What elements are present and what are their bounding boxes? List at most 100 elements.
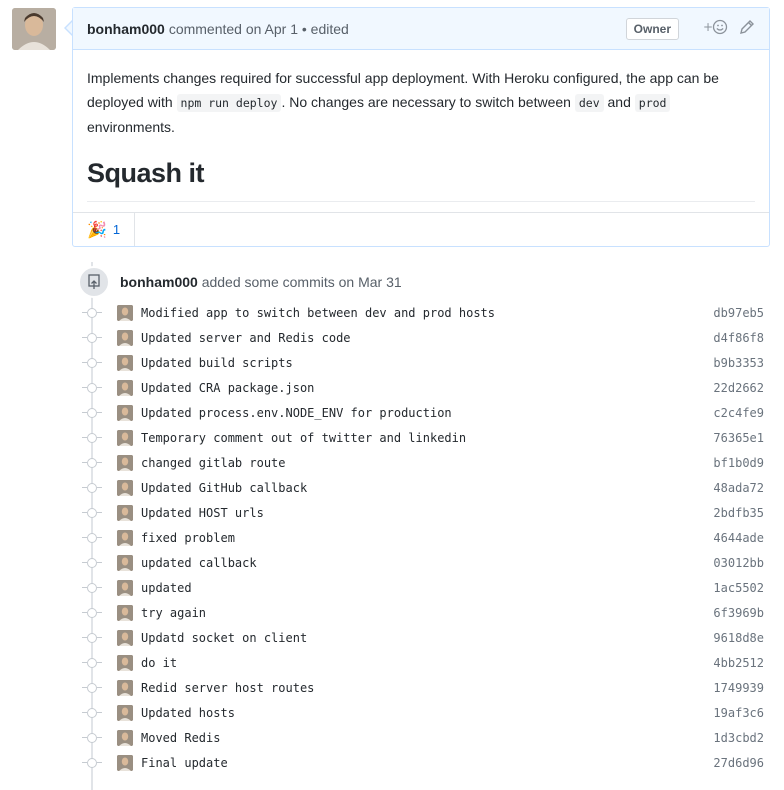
- commit-message[interactable]: try again: [141, 606, 713, 620]
- commit-sha[interactable]: bf1b0d9: [713, 456, 764, 470]
- commit-sha[interactable]: 4bb2512: [713, 656, 764, 670]
- reaction-count: 1: [112, 222, 121, 237]
- commit-author-avatar[interactable]: [117, 479, 133, 496]
- git-commit-icon: [82, 482, 102, 493]
- commit-author-avatar[interactable]: [117, 704, 133, 721]
- commit-author-avatar[interactable]: [117, 429, 133, 446]
- commit-message[interactable]: Modified app to switch between dev and p…: [141, 306, 713, 320]
- commit-message[interactable]: Updated GitHub callback: [141, 481, 713, 495]
- repo-push-icon: [78, 266, 110, 298]
- commit-author-avatar[interactable]: [117, 329, 133, 346]
- git-commit-icon: [82, 582, 102, 593]
- avatar[interactable]: [12, 8, 56, 50]
- commit-author-avatar[interactable]: [117, 379, 133, 396]
- commit-sha[interactable]: 6f3969b: [713, 606, 764, 620]
- git-commit-icon: [82, 457, 102, 468]
- commit-author-avatar[interactable]: [117, 604, 133, 621]
- commits-event-desc: added some commits on Mar 31: [201, 274, 402, 290]
- commit-author-avatar[interactable]: [117, 754, 133, 771]
- commit-sha[interactable]: 1d3cbd2: [713, 731, 764, 745]
- commit-message[interactable]: updated: [141, 581, 713, 595]
- commit-row: do it 4bb2512: [82, 650, 772, 675]
- git-commit-icon: [82, 507, 102, 518]
- commit-sha[interactable]: b9b3353: [713, 356, 764, 370]
- owner-badge: Owner: [625, 17, 679, 40]
- commit-author-avatar[interactable]: [117, 304, 133, 321]
- commit-row: Modified app to switch between dev and p…: [82, 300, 772, 325]
- git-commit-icon: [82, 682, 102, 693]
- commit-row: Updated server and Redis code d4f86f8: [82, 325, 772, 350]
- commit-sha[interactable]: 2bdfb35: [713, 506, 764, 520]
- commit-message[interactable]: Updated CRA package.json: [141, 381, 713, 395]
- commit-sha[interactable]: d4f86f8: [713, 331, 764, 345]
- commit-message[interactable]: Updated build scripts: [141, 356, 713, 370]
- commits-event-author[interactable]: bonham000: [120, 274, 198, 290]
- commits-event-header: bonham000 added some commits on Mar 31: [78, 266, 402, 298]
- commit-message[interactable]: do it: [141, 656, 713, 670]
- commit-author-avatar[interactable]: [117, 579, 133, 596]
- commit-author-avatar[interactable]: [117, 629, 133, 646]
- commits-event-text: bonham000 added some commits on Mar 31: [120, 274, 402, 290]
- commit-sha[interactable]: db97eb5: [713, 306, 764, 320]
- commit-sha[interactable]: 48ada72: [713, 481, 764, 495]
- commit-author-avatar[interactable]: [117, 554, 133, 571]
- commit-message[interactable]: Temporary comment out of twitter and lin…: [141, 431, 713, 445]
- commit-message[interactable]: Redid server host routes: [141, 681, 713, 695]
- git-commit-icon: [82, 557, 102, 568]
- commit-sha[interactable]: c2c4fe9: [713, 406, 764, 420]
- commit-author-avatar[interactable]: [117, 729, 133, 746]
- commit-sha[interactable]: 27d6d96: [713, 756, 764, 770]
- git-commit-icon: [82, 332, 102, 343]
- commit-row: Redid server host routes 1749939: [82, 675, 772, 700]
- commit-author-avatar[interactable]: [117, 404, 133, 421]
- commit-row: Updated GitHub callback 48ada72: [82, 475, 772, 500]
- git-commit-icon: [82, 407, 102, 418]
- commit-message[interactable]: Updated hosts: [141, 706, 713, 720]
- commit-author-avatar[interactable]: [117, 354, 133, 371]
- commit-row: updated 1ac5502: [82, 575, 772, 600]
- commit-message[interactable]: Updated process.env.NODE_ENV for product…: [141, 406, 713, 420]
- git-commit-icon: [82, 657, 102, 668]
- paragraph-text: and: [603, 94, 635, 110]
- git-commit-icon: [82, 632, 102, 643]
- commit-sha[interactable]: 1749939: [713, 681, 764, 695]
- commit-sha[interactable]: 22d2662: [713, 381, 764, 395]
- commit-sha[interactable]: 1ac5502: [713, 581, 764, 595]
- commit-row: changed gitlab route bf1b0d9: [82, 450, 772, 475]
- comment-box: bonham000 commented on Apr 1 • edited Ow…: [72, 7, 770, 247]
- git-commit-icon: [82, 382, 102, 393]
- commit-row: try again 6f3969b: [82, 600, 772, 625]
- commit-author-avatar[interactable]: [117, 504, 133, 521]
- commit-message[interactable]: Updated server and Redis code: [141, 331, 713, 345]
- commit-author-avatar[interactable]: [117, 529, 133, 546]
- commit-sha[interactable]: 4644ade: [713, 531, 764, 545]
- commit-message[interactable]: updated callback: [141, 556, 713, 570]
- git-commit-icon: [82, 732, 102, 743]
- reactions-bar: 🎉 1: [73, 212, 769, 246]
- commit-message[interactable]: Updatd socket on client: [141, 631, 713, 645]
- tada-icon: 🎉: [87, 221, 107, 239]
- commit-message[interactable]: fixed problem: [141, 531, 713, 545]
- paragraph-text: . No changes are necessary to switch bet…: [281, 94, 575, 110]
- pencil-icon[interactable]: [739, 19, 755, 39]
- commit-sha[interactable]: 19af3c6: [713, 706, 764, 720]
- comment-author[interactable]: bonham000: [87, 21, 165, 37]
- smiley-add-icon[interactable]: +: [703, 19, 729, 39]
- commit-message[interactable]: Updated HOST urls: [141, 506, 713, 520]
- commit-author-avatar[interactable]: [117, 679, 133, 696]
- commit-message[interactable]: Final update: [141, 756, 713, 770]
- commit-message[interactable]: changed gitlab route: [141, 456, 713, 470]
- commit-sha[interactable]: 76365e1: [713, 431, 764, 445]
- commit-sha[interactable]: 03012bb: [713, 556, 764, 570]
- reaction-tada-button[interactable]: 🎉 1: [73, 213, 135, 246]
- commit-sha[interactable]: 9618d8e: [713, 631, 764, 645]
- commit-author-avatar[interactable]: [117, 654, 133, 671]
- commit-row: updated callback 03012bb: [82, 550, 772, 575]
- commit-row: Updatd socket on client 9618d8e: [82, 625, 772, 650]
- inline-code: dev: [574, 94, 604, 112]
- commit-author-avatar[interactable]: [117, 454, 133, 471]
- commit-row: Temporary comment out of twitter and lin…: [82, 425, 772, 450]
- svg-text:+: +: [703, 20, 713, 34]
- commit-row: fixed problem 4644ade: [82, 525, 772, 550]
- commit-message[interactable]: Moved Redis: [141, 731, 713, 745]
